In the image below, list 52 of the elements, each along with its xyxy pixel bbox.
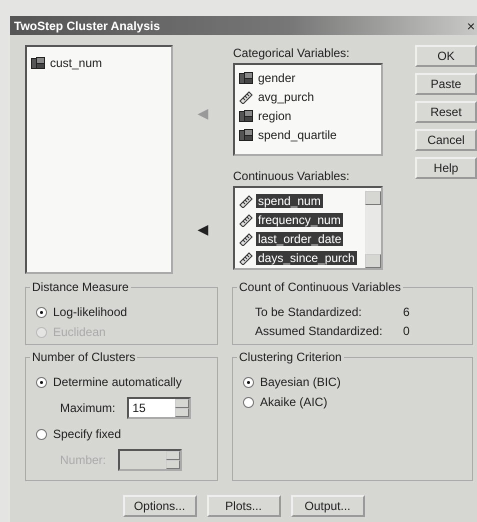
variable-item[interactable]: cust_num	[48, 56, 104, 70]
radio-button[interactable]	[36, 306, 47, 318]
spin-label: Maximum:	[60, 401, 116, 415]
dialog-button[interactable]: Help	[415, 157, 477, 179]
variable-item[interactable]: gender	[256, 70, 298, 84]
group-title: Distance Measure	[30, 280, 131, 294]
group-title: Count of Continuous Variables	[237, 280, 403, 294]
window-title: TwoStep Cluster Analysis	[14, 18, 160, 32]
ruler-icon	[239, 90, 253, 104]
option-label: Determine automatically	[53, 375, 182, 389]
blocks-icon	[31, 56, 45, 70]
variable-item[interactable]: frequency_num	[256, 212, 343, 226]
ruler-icon	[239, 232, 253, 246]
dialog-button[interactable]: Plots...	[206, 495, 280, 517]
close-button[interactable]: ×	[466, 18, 475, 34]
blocks-icon	[239, 70, 253, 84]
ruler-icon	[239, 194, 253, 208]
radio-button[interactable]	[36, 428, 47, 440]
dialog-button[interactable]: Reset	[415, 101, 477, 123]
option-label: Akaike (AIC)	[260, 395, 328, 409]
option-label: Specify fixed	[53, 427, 122, 441]
count-value: 0	[403, 324, 410, 338]
variable-item[interactable]: spend_num	[256, 194, 323, 208]
dialog-button[interactable]: Cancel	[415, 129, 477, 151]
dialog-button[interactable]: Options...	[122, 495, 196, 517]
radio-button[interactable]	[243, 376, 254, 388]
blocks-icon	[239, 108, 253, 122]
variable-item[interactable]: days_since_purch	[256, 250, 357, 264]
count-label: Assumed Standardized:	[255, 324, 384, 338]
dialog-button[interactable]: Output...	[290, 495, 364, 517]
scrollbar[interactable]	[365, 191, 381, 268]
blocks-icon	[239, 128, 253, 142]
variable-item[interactable]: last_order_date	[256, 232, 344, 246]
number-spin-field[interactable]: 15	[127, 397, 192, 419]
variable-item[interactable]: avg_purch	[256, 90, 316, 104]
option-label: Log-likelihood	[53, 305, 128, 319]
ruler-icon	[239, 212, 253, 226]
count-value: 6	[403, 304, 410, 318]
count-label: To be Standardized:	[255, 304, 363, 318]
option-label: Bayesian (BIC)	[260, 375, 341, 389]
variable-item[interactable]: region	[256, 108, 294, 122]
dialog-button[interactable]: Paste	[415, 73, 477, 95]
radio-button[interactable]	[243, 396, 254, 408]
move-arrow-button[interactable]: ◀	[198, 221, 208, 237]
list-label: Continuous Variables:	[233, 168, 351, 185]
group-title: Number of Clusters	[30, 350, 138, 364]
ruler-icon	[239, 250, 253, 264]
variable-item[interactable]: spend_quartile	[256, 128, 339, 142]
list-label: Categorical Variables:	[233, 45, 351, 62]
radio-button[interactable]	[36, 376, 47, 388]
dialog-button[interactable]: OK	[415, 45, 477, 67]
group-title: Clustering Criterion	[237, 350, 344, 364]
